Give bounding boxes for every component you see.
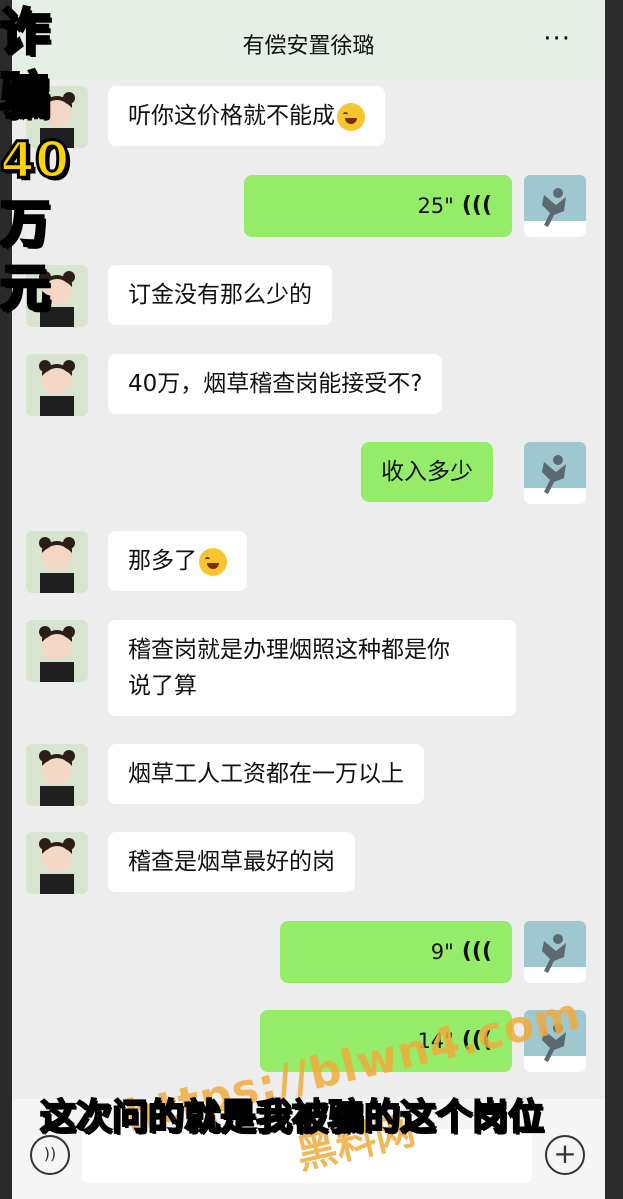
message-text-line: 说了算 bbox=[128, 673, 197, 699]
video-background-right bbox=[605, 0, 623, 1199]
voice-message-bubble[interactable]: 9" ((( bbox=[280, 921, 512, 983]
message-bubble[interactable]: 那多了 bbox=[108, 531, 247, 591]
voice-duration: 9" bbox=[430, 940, 454, 964]
message-bubble[interactable]: 订金没有那么少的 bbox=[108, 265, 332, 325]
user-avatar[interactable] bbox=[524, 921, 586, 983]
user-avatar[interactable] bbox=[524, 175, 586, 237]
message-bubble[interactable]: 稽查岗就是办理烟照这种都是你 说了算 bbox=[108, 620, 516, 716]
message-text: 那多了 bbox=[128, 548, 197, 574]
message-text: 烟草工人工资都在一万以上 bbox=[128, 761, 404, 787]
message-bubble[interactable]: 听你这价格就不能成 bbox=[108, 86, 385, 146]
contact-avatar[interactable] bbox=[26, 832, 88, 894]
chat-header: 有偿安置徐璐 ··· bbox=[12, 0, 605, 80]
video-caption-left: 诈骗40万元 bbox=[0, 2, 71, 319]
message-text: 订金没有那么少的 bbox=[128, 282, 312, 308]
message-text-line: 稽查岗就是办理烟照这种都是你 bbox=[128, 637, 450, 663]
message-bubble[interactable]: 稽查是烟草最好的岗 bbox=[108, 832, 355, 892]
contact-avatar[interactable] bbox=[26, 744, 88, 806]
contact-avatar[interactable] bbox=[26, 531, 88, 593]
voice-input-icon[interactable]: )) bbox=[30, 1135, 70, 1175]
user-avatar[interactable] bbox=[524, 442, 586, 504]
laughing-emoji-icon bbox=[199, 547, 227, 576]
message-bubble[interactable]: 40万，烟草稽查岗能接受不? bbox=[108, 354, 443, 414]
video-subtitle: 这次问的就是我被骗的这个岗位 bbox=[39, 1096, 545, 1139]
crying-emoji-icon bbox=[337, 102, 365, 131]
screen: 有偿安置徐璐 ··· 听你这价格就不能成 25" ((( 订金没有那么少的 40… bbox=[0, 0, 623, 1199]
voice-message-bubble[interactable]: 25" ((( bbox=[244, 175, 512, 237]
message-text: 收入多少 bbox=[381, 459, 473, 485]
contact-avatar[interactable] bbox=[26, 354, 88, 416]
add-attachment-icon[interactable]: + bbox=[545, 1135, 585, 1175]
voice-wave-icon: ((( bbox=[461, 193, 492, 218]
message-text: 稽查是烟草最好的岗 bbox=[128, 849, 335, 875]
chat-title: 有偿安置徐璐 bbox=[242, 34, 375, 59]
message-bubble[interactable]: 烟草工人工资都在一万以上 bbox=[108, 744, 424, 804]
voice-wave-icon: ((( bbox=[461, 939, 492, 964]
message-text: 40万，烟草稽查岗能接受不? bbox=[128, 371, 423, 397]
message-text: 听你这价格就不能成 bbox=[128, 103, 335, 129]
contact-avatar[interactable] bbox=[26, 620, 88, 682]
message-bubble[interactable]: 收入多少 bbox=[361, 442, 493, 502]
more-options-icon[interactable]: ··· bbox=[543, 24, 571, 54]
voice-duration: 25" bbox=[417, 194, 454, 218]
